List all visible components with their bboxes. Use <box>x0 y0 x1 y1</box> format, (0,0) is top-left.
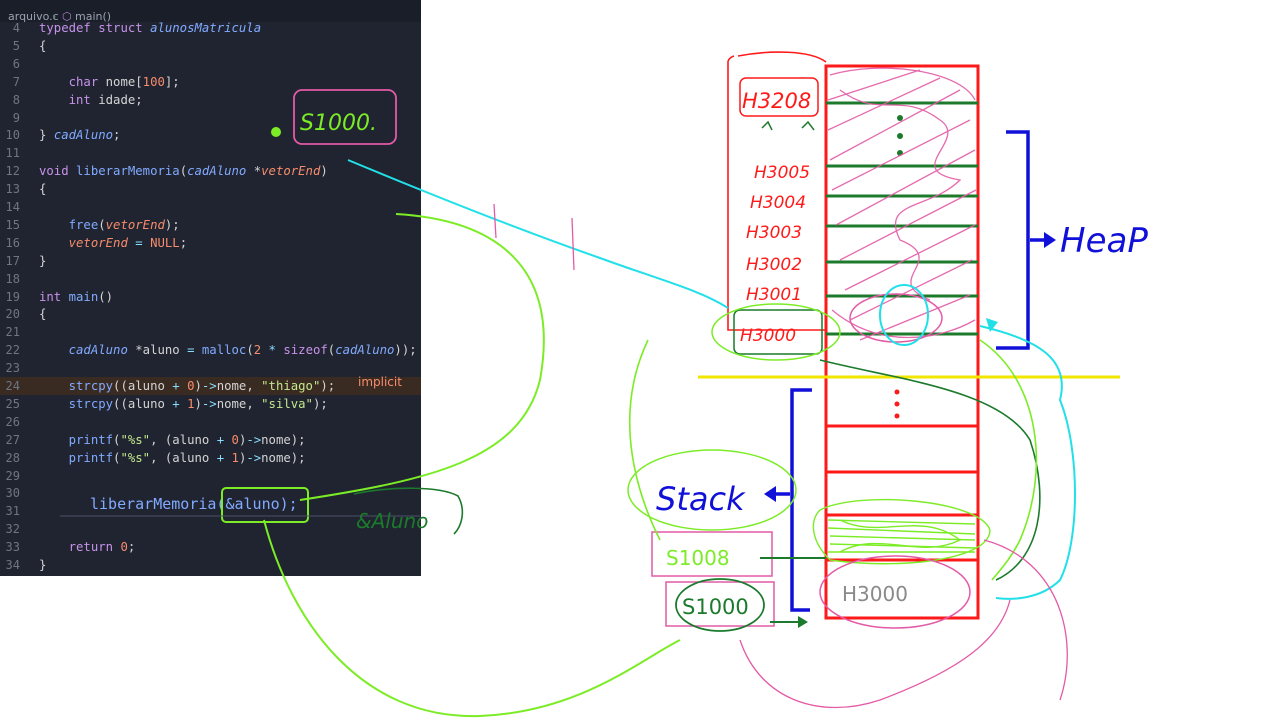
pink-line-bottom <box>739 599 1011 708</box>
freed-scribble <box>827 67 977 341</box>
ellipsis-dot <box>894 401 900 407</box>
green-dot-marker <box>271 127 281 137</box>
stack-pointer-arrow-icon <box>798 616 808 628</box>
memory-diagram: H3000 HeaP Stack H3208 H3005 H3004 H3003… <box>59 51 1148 718</box>
ellipsis-dot <box>894 389 900 395</box>
green-line-code <box>299 213 545 501</box>
stack-cell-value: H3000 <box>842 582 908 606</box>
heap-label: HeaP <box>1060 221 1148 261</box>
zoomed-call-text: liberarMemoria(&aluno); <box>90 495 298 513</box>
ellipsis-dot <box>897 133 903 139</box>
stack-label: Stack <box>656 480 746 518</box>
heap-address-list: H3208 H3005 H3004 H3003 H3002 H3001 H300… <box>740 89 811 346</box>
cyan-pointer-line <box>347 159 729 309</box>
heap-address: H3005 <box>754 163 810 183</box>
heap-address: H3003 <box>746 223 802 243</box>
stack-scribble <box>812 498 991 565</box>
pink-ticks <box>493 203 575 271</box>
heap-arrow-icon <box>1044 232 1056 248</box>
green-line-stack <box>263 519 681 718</box>
ellipsis-dot <box>897 115 903 121</box>
heap-address: H3001 <box>746 285 802 305</box>
stack-address-s1000: S1000 <box>682 595 749 619</box>
stack-address-s1008: S1008 <box>666 546 730 570</box>
ellipsis-dot <box>894 413 900 419</box>
pink-line-right <box>983 539 1068 701</box>
stack-bracket <box>790 388 812 612</box>
heap-address: H3002 <box>746 255 802 275</box>
stack-arrow-icon <box>764 486 776 502</box>
heap-bracket <box>996 130 1030 350</box>
cyan-return-line <box>979 325 1076 600</box>
aluno-handwritten: &Aluno <box>356 509 428 533</box>
heap-address: H3004 <box>750 193 806 213</box>
heap-address: H3208 <box>742 89 811 113</box>
heap-tick-marks <box>761 120 815 131</box>
s1000-label: S1000. <box>300 111 377 136</box>
heap-address: H3000 <box>740 326 796 346</box>
